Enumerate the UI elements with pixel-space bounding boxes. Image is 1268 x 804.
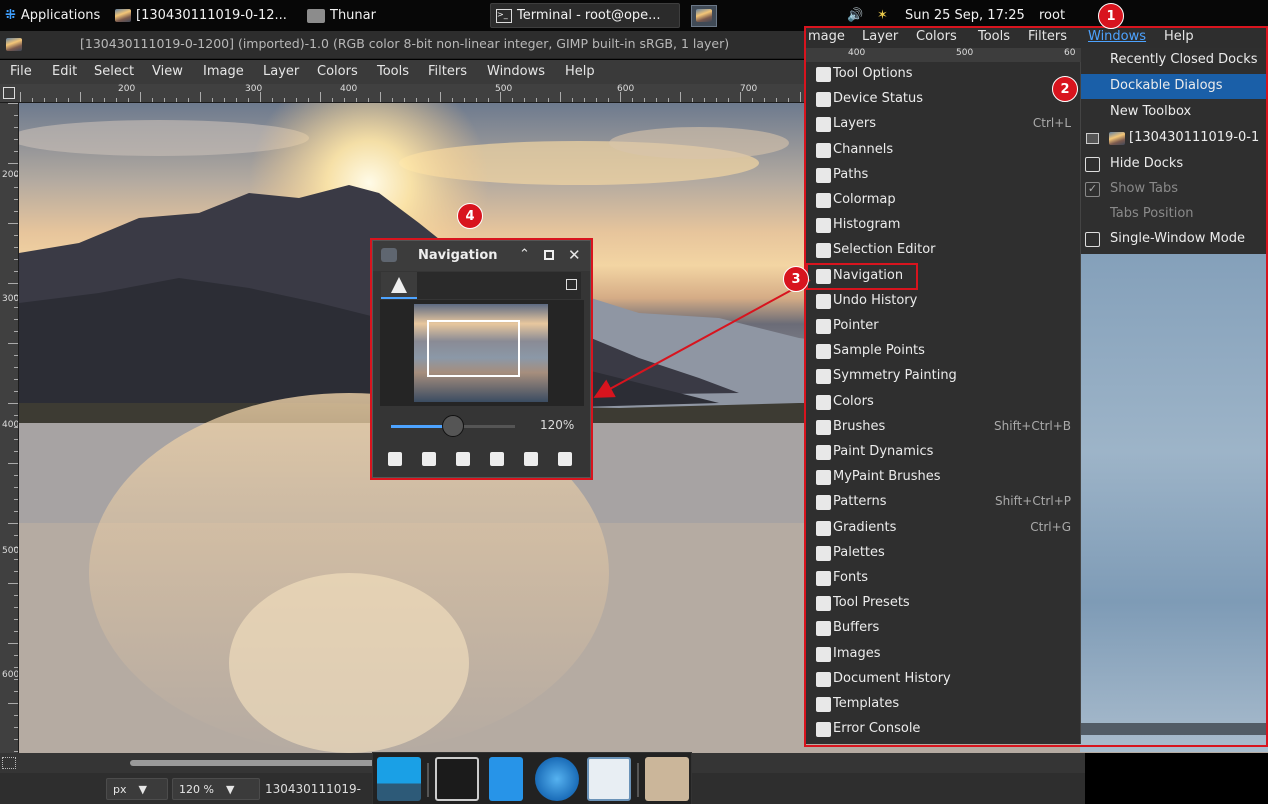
annotation-badge: 1 [1098,3,1124,29]
annotation-badge: 3 [783,266,809,292]
annotation-badge: 4 [457,203,483,229]
annotation-arrow [593,279,811,398]
annotation-badge: 2 [1052,76,1078,102]
